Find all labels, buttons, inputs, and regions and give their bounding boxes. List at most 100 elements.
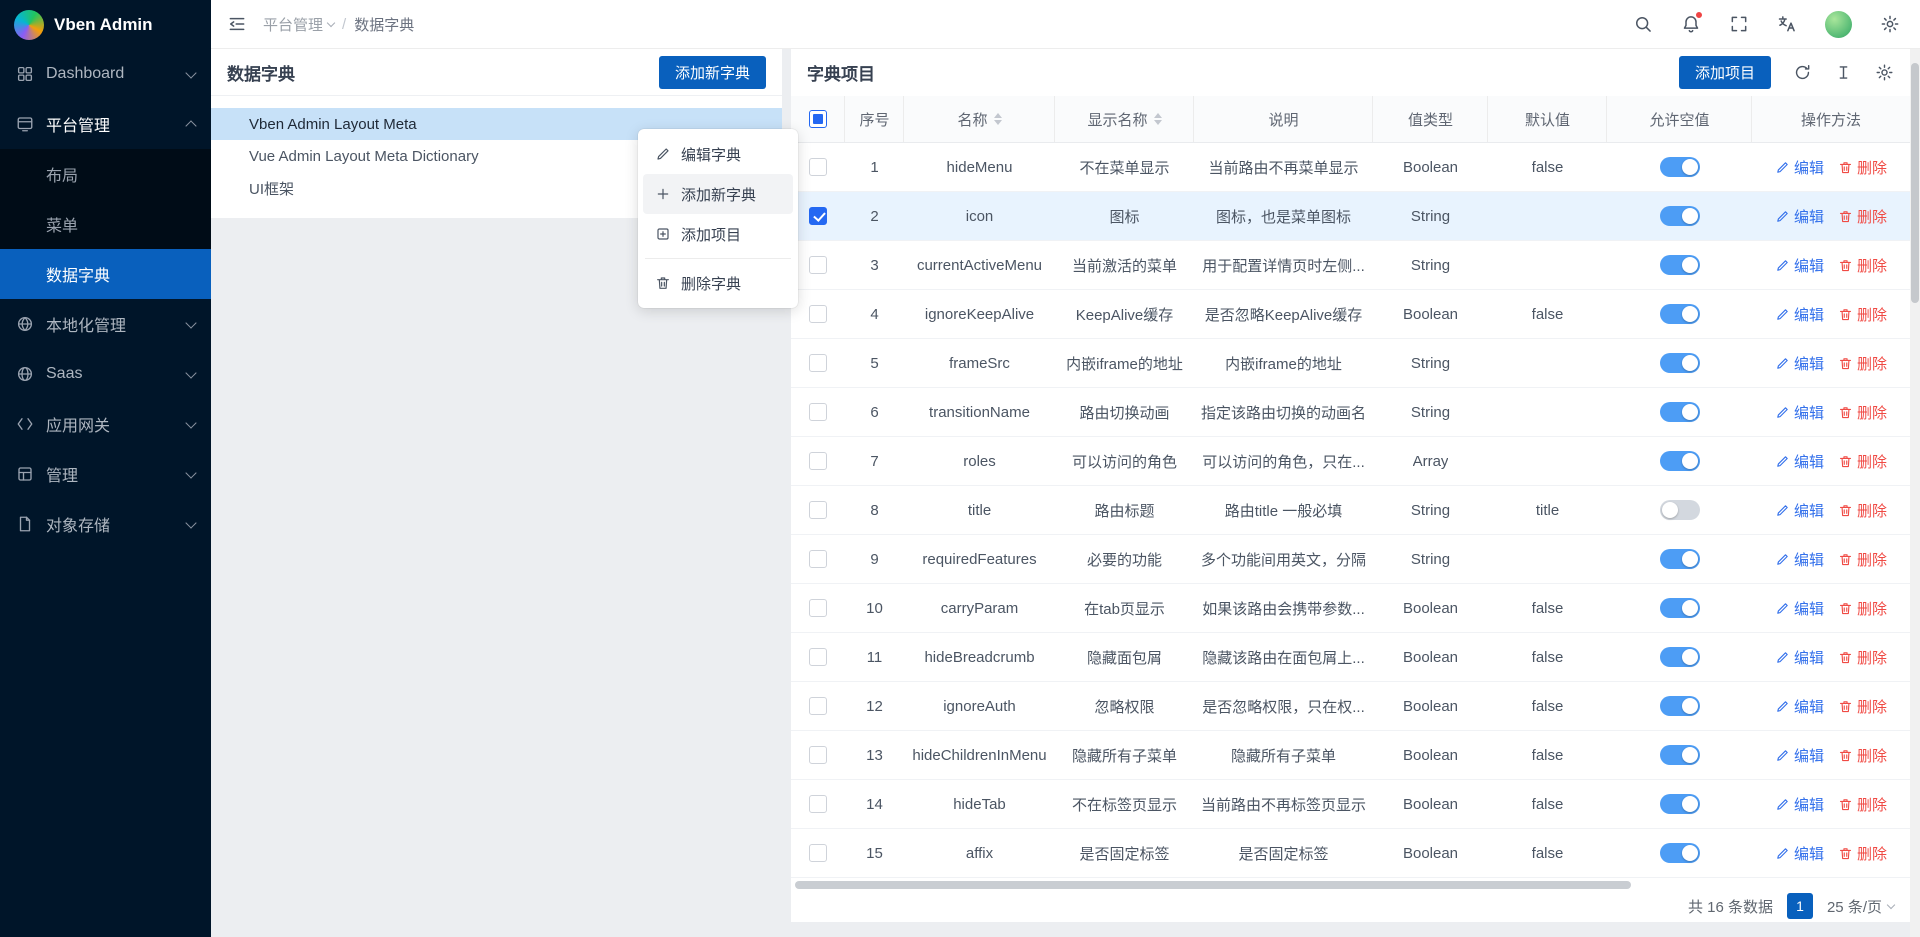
sort-icons[interactable] (994, 113, 1002, 125)
edit-row-button[interactable]: 编辑 (1775, 500, 1824, 521)
sidebar-subitem-data-dictionary[interactable]: 数据字典 (0, 249, 211, 299)
fullscreen-icon[interactable] (1729, 14, 1749, 34)
user-avatar[interactable] (1825, 11, 1852, 38)
context-menu-item-delete-dictionary[interactable]: 删除字典 (643, 263, 793, 303)
delete-row-button[interactable]: 删除 (1838, 157, 1887, 178)
table-row-ignoreKeepAlive[interactable]: 4ignoreKeepAliveKeepAlive缓存是否忽略KeepAlive… (791, 290, 1910, 339)
column-header-display-name[interactable]: 显示名称 (1055, 96, 1194, 142)
table-row-title[interactable]: 8title路由标题路由title 一般必填Stringtitle编辑删除 (791, 486, 1910, 535)
row-checkbox[interactable] (809, 305, 827, 323)
row-checkbox[interactable] (809, 207, 827, 225)
edit-row-button[interactable]: 编辑 (1775, 549, 1824, 570)
page-size-select[interactable]: 25 条/页 (1827, 896, 1894, 917)
edit-row-button[interactable]: 编辑 (1775, 745, 1824, 766)
delete-row-button[interactable]: 删除 (1838, 647, 1887, 668)
row-checkbox[interactable] (809, 354, 827, 372)
delete-row-button[interactable]: 删除 (1838, 696, 1887, 717)
table-row-carryParam[interactable]: 10carryParam在tab页显示如果该路由会携带参数...Booleanf… (791, 584, 1910, 633)
row-checkbox[interactable] (809, 746, 827, 764)
add-dictionary-button[interactable]: 添加新字典 (659, 56, 766, 89)
delete-row-button[interactable]: 删除 (1838, 794, 1887, 815)
edit-row-button[interactable]: 编辑 (1775, 157, 1824, 178)
row-checkbox[interactable] (809, 599, 827, 617)
table-row-icon[interactable]: 2icon图标图标，也是菜单图标String编辑删除 (791, 192, 1910, 241)
delete-row-button[interactable]: 删除 (1838, 598, 1887, 619)
breadcrumb-item-platform[interactable]: 平台管理 (263, 14, 334, 35)
sidebar-item-management[interactable]: 管理 (0, 449, 211, 499)
delete-row-button[interactable]: 删除 (1838, 206, 1887, 227)
table-row-hideBreadcrumb[interactable]: 11hideBreadcrumb隐藏面包屑隐藏该路由在面包屑上...Boolea… (791, 633, 1910, 682)
context-menu-item-add-new-dictionary[interactable]: 添加新字典 (643, 174, 793, 214)
sort-asc-icon[interactable] (1154, 113, 1162, 118)
table-row-requiredFeatures[interactable]: 9requiredFeatures必要的功能多个功能间用英文，分隔String编… (791, 535, 1910, 584)
table-row-ignoreAuth[interactable]: 12ignoreAuth忽略权限是否忽略权限，只在权...Booleanfals… (791, 682, 1910, 731)
row-checkbox[interactable] (809, 501, 827, 519)
allow-empty-toggle[interactable] (1660, 500, 1700, 520)
context-menu-item-add-item[interactable]: 添加项目 (643, 214, 793, 254)
table-row-roles[interactable]: 7roles可以访问的角色可以访问的角色，只在...Array编辑删除 (791, 437, 1910, 486)
app-logo[interactable]: Vben Admin (0, 0, 211, 49)
sort-icons[interactable] (1154, 113, 1162, 125)
sidebar-item-localization[interactable]: 本地化管理 (0, 299, 211, 349)
delete-row-button[interactable]: 删除 (1838, 255, 1887, 276)
sidebar-subitem-menu[interactable]: 菜单 (0, 199, 211, 249)
allow-empty-toggle[interactable] (1660, 451, 1700, 471)
row-checkbox[interactable] (809, 648, 827, 666)
delete-row-button[interactable]: 删除 (1838, 745, 1887, 766)
vertical-scrollbar-thumb[interactable] (1911, 63, 1919, 303)
settings-gear-icon[interactable] (1880, 14, 1900, 34)
allow-empty-toggle[interactable] (1660, 402, 1700, 422)
delete-row-button[interactable]: 删除 (1838, 843, 1887, 864)
allow-empty-toggle[interactable] (1660, 304, 1700, 324)
pagination-page-button[interactable]: 1 (1787, 893, 1813, 919)
edit-row-button[interactable]: 编辑 (1775, 794, 1824, 815)
edit-row-button[interactable]: 编辑 (1775, 647, 1824, 668)
delete-row-button[interactable]: 删除 (1838, 304, 1887, 325)
horizontal-scrollbar[interactable] (795, 880, 1906, 890)
allow-empty-toggle[interactable] (1660, 647, 1700, 667)
table-row-currentActiveMenu[interactable]: 3currentActiveMenu当前激活的菜单用于配置详情页时左侧...St… (791, 241, 1910, 290)
row-height-icon[interactable] (1834, 63, 1853, 82)
column-settings-gear-icon[interactable] (1875, 63, 1894, 82)
row-checkbox[interactable] (809, 795, 827, 813)
row-checkbox[interactable] (809, 697, 827, 715)
delete-row-button[interactable]: 删除 (1838, 402, 1887, 423)
sort-asc-icon[interactable] (994, 113, 1002, 118)
delete-row-button[interactable]: 删除 (1838, 353, 1887, 374)
allow-empty-toggle[interactable] (1660, 745, 1700, 765)
translate-icon[interactable] (1777, 14, 1797, 34)
sidebar-subitem-layout[interactable]: 布局 (0, 149, 211, 199)
row-checkbox[interactable] (809, 403, 827, 421)
sort-desc-icon[interactable] (994, 120, 1002, 125)
sidebar-item-object-storage[interactable]: 对象存储 (0, 499, 211, 549)
allow-empty-toggle[interactable] (1660, 843, 1700, 863)
allow-empty-toggle[interactable] (1660, 255, 1700, 275)
edit-row-button[interactable]: 编辑 (1775, 304, 1824, 325)
row-checkbox[interactable] (809, 158, 827, 176)
edit-row-button[interactable]: 编辑 (1775, 206, 1824, 227)
sidebar-item-platform-management[interactable]: 平台管理 (0, 99, 211, 149)
table-row-transitionName[interactable]: 6transitionName路由切换动画指定该路由切换的动画名String编辑… (791, 388, 1910, 437)
vertical-scrollbar[interactable] (1910, 49, 1920, 937)
select-all-checkbox[interactable] (809, 110, 827, 128)
sidebar-item-dashboard[interactable]: Dashboard (0, 49, 211, 99)
context-menu-item-edit-dictionary[interactable]: 编辑字典 (643, 134, 793, 174)
row-checkbox[interactable] (809, 550, 827, 568)
allow-empty-toggle[interactable] (1660, 549, 1700, 569)
allow-empty-toggle[interactable] (1660, 157, 1700, 177)
edit-row-button[interactable]: 编辑 (1775, 843, 1824, 864)
column-header-name[interactable]: 名称 (904, 96, 1055, 142)
edit-row-button[interactable]: 编辑 (1775, 598, 1824, 619)
table-row-affix[interactable]: 15affix是否固定标签是否固定标签Booleanfalse编辑删除 (791, 829, 1910, 878)
delete-row-button[interactable]: 删除 (1838, 549, 1887, 570)
table-row-hideChildrenInMenu[interactable]: 13hideChildrenInMenu隐藏所有子菜单隐藏所有子菜单Boolea… (791, 731, 1910, 780)
table-row-hideMenu[interactable]: 1hideMenu不在菜单显示当前路由不再菜单显示Booleanfalse编辑删… (791, 143, 1910, 192)
sidebar-item-app-gateway[interactable]: 应用网关 (0, 399, 211, 449)
delete-row-button[interactable]: 删除 (1838, 451, 1887, 472)
allow-empty-toggle[interactable] (1660, 696, 1700, 716)
menu-fold-icon[interactable] (227, 14, 247, 34)
row-checkbox[interactable] (809, 844, 827, 862)
edit-row-button[interactable]: 编辑 (1775, 402, 1824, 423)
allow-empty-toggle[interactable] (1660, 353, 1700, 373)
sort-desc-icon[interactable] (1154, 120, 1162, 125)
